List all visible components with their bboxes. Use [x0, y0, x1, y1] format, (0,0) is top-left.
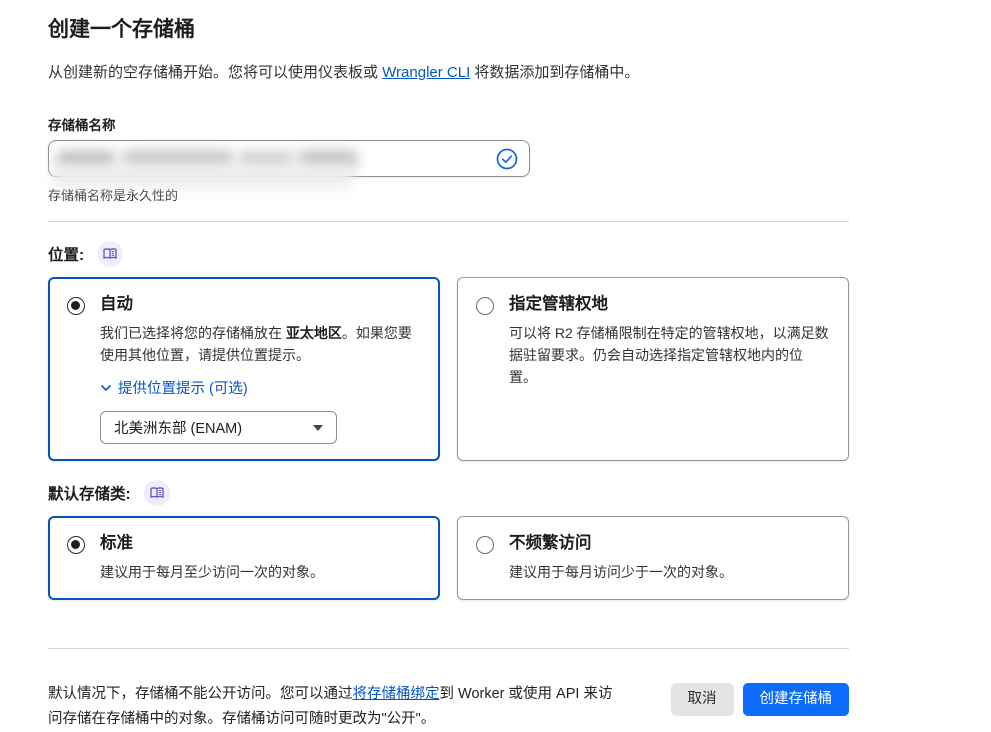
- bucket-name-helper: 存储桶名称是永久性的: [48, 188, 179, 203]
- open-book-icon[interactable]: [143, 480, 170, 506]
- location-hint-label: 提供位置提示 (可选): [118, 381, 248, 397]
- region-highlight: 亚太地区: [285, 325, 342, 341]
- option-description: 建议用于每月至少访问一次的对象。: [100, 564, 324, 580]
- bucket-name-input[interactable]: [48, 140, 530, 187]
- storage-class-section-label: 默认存储类:: [48, 486, 131, 503]
- radio-button-infrequent-access[interactable]: [476, 536, 494, 554]
- location-option-jurisdiction[interactable]: 指定管辖权地 可以将 R2 存储桶限制在特定的管辖权地，以满足数据驻留要求。仍会…: [457, 277, 849, 461]
- access-note: 默认情况下，存储桶不能公开访问。您可以通过将存储桶绑定到 Worker 或使用 …: [48, 686, 613, 727]
- location-hint-select[interactable]: 北美洲东部 (ENAM): [100, 411, 337, 444]
- storage-class-option-infrequent-access[interactable]: 不频繁访问 建议用于每月访问少于一次的对象。: [457, 516, 849, 600]
- section-divider: [48, 221, 849, 222]
- wrangler-cli-link[interactable]: Wrangler CLI: [382, 64, 470, 81]
- intro-text: 从创建新的空存储桶开始。您将可以使用仪表板或 Wrangler CLI 将数据添…: [48, 62, 849, 83]
- option-title: 标准: [100, 534, 133, 552]
- bucket-name-label: 存储桶名称: [48, 118, 116, 133]
- storage-class-option-standard[interactable]: 标准 建议用于每月至少访问一次的对象。: [48, 516, 440, 600]
- dropdown-caret-icon: [313, 424, 323, 431]
- option-description: 建议用于每月访问少于一次的对象。: [509, 564, 733, 580]
- option-title: 指定管辖权地: [509, 295, 608, 313]
- bucket-binding-link[interactable]: 将存储桶绑定: [353, 686, 440, 702]
- cancel-button[interactable]: 取消: [670, 683, 734, 716]
- option-description: 我们已选择将您的存储桶放在 亚太地区。如果您要使用其他位置，请提供位置提示。: [100, 325, 412, 363]
- location-options: 自动 我们已选择将您的存储桶放在 亚太地区。如果您要使用其他位置，请提供位置提示…: [48, 277, 849, 461]
- radio-button-automatic[interactable]: [67, 297, 85, 315]
- create-bucket-button[interactable]: 创建存储桶: [742, 683, 849, 716]
- option-title: 自动: [100, 295, 133, 313]
- option-title: 不频繁访问: [509, 534, 592, 552]
- footer-divider: [48, 648, 849, 649]
- location-hint-selected-value: 北美洲东部 (ENAM): [114, 421, 243, 437]
- open-book-icon[interactable]: [97, 241, 124, 267]
- create-bucket-form: 创建一个存储桶 从创建新的空存储桶开始。您将可以使用仪表板或 Wrangler …: [0, 0, 849, 732]
- check-circle-icon: [496, 148, 518, 170]
- radio-button-standard[interactable]: [67, 536, 85, 554]
- storage-class-options: 标准 建议用于每月至少访问一次的对象。 不频繁访问 建议用于每月访问少于一次的对…: [48, 516, 849, 600]
- page-title: 创建一个存储桶: [48, 18, 195, 41]
- location-option-automatic[interactable]: 自动 我们已选择将您的存储桶放在 亚太地区。如果您要使用其他位置，请提供位置提示…: [48, 277, 440, 461]
- intro-text-after: 将数据添加到存储桶中。: [470, 64, 640, 81]
- intro-text-before: 从创建新的空存储桶开始。您将可以使用仪表板或: [48, 64, 383, 81]
- chevron-down-icon: [100, 384, 112, 391]
- location-section-label: 位置:: [48, 247, 85, 264]
- radio-button-jurisdiction[interactable]: [476, 297, 494, 315]
- option-description: 可以将 R2 存储桶限制在特定的管辖权地，以满足数据驻留要求。仍会自动选择指定管…: [509, 325, 829, 385]
- location-hint-toggle[interactable]: 提供位置提示 (可选): [100, 377, 421, 398]
